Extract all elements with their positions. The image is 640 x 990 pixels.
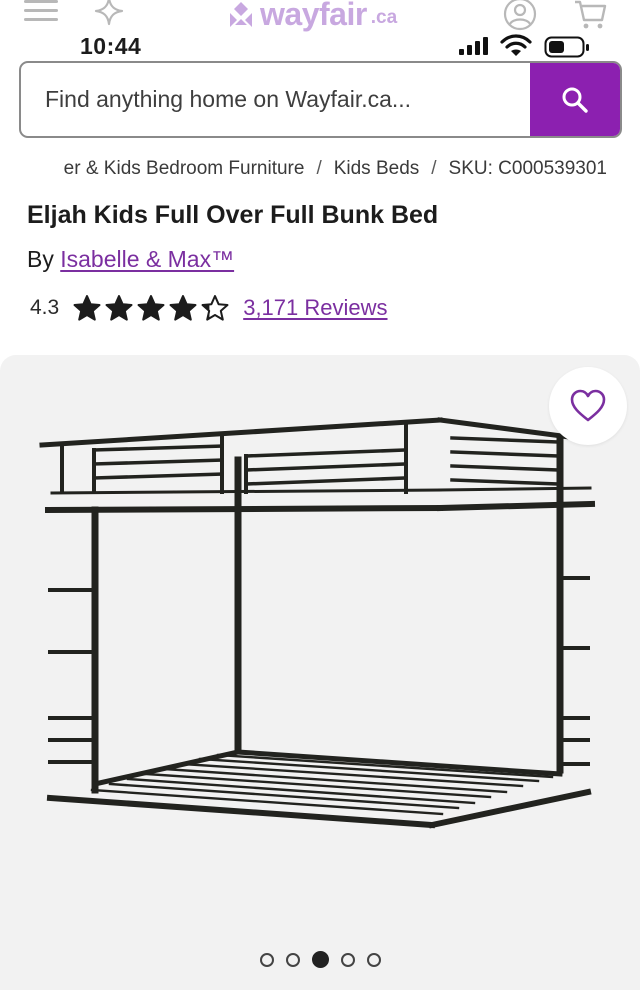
breadcrumb-item-sku: SKU: C000539301 [448,158,607,179]
pagination-dot[interactable] [286,952,300,967]
pagination-dot-active[interactable] [312,951,329,968]
logo-suffix: .ca [370,7,398,28]
sparkle-icon[interactable] [92,0,126,28]
logo-mark-icon [230,2,252,27]
breadcrumb-separator: / [431,158,437,179]
pagination-dot[interactable] [260,952,274,967]
search-icon [562,87,588,113]
product-title: Eljah Kids Full Over Full Bunk Bed [27,201,439,229]
breadcrumb-item-kids-beds[interactable]: Kids Beds [334,158,420,180]
star-full-icon [137,295,165,321]
search-button[interactable] [530,63,620,136]
by-label: By [27,246,54,272]
pagination-dot[interactable] [341,952,355,967]
star-rating [73,294,229,322]
heart-icon [570,389,606,422]
gallery-pagination [260,951,381,968]
favorite-button[interactable] [549,367,627,445]
rating-value: 4.3 [30,296,60,319]
star-full-icon [105,295,133,321]
menu-icon[interactable] [24,0,58,24]
search-input[interactable] [21,63,530,136]
star-full-icon [169,295,197,321]
status-time: 10:44 [80,33,142,59]
reviews-link[interactable]: 3,171 Reviews [243,295,387,321]
rating-row: 4.3 3,171 Reviews [30,290,388,326]
breadcrumb-separator: / [316,158,322,179]
byline: By Isabelle & Max™ [27,246,234,273]
wayfair-logo[interactable]: wayfair .ca [226,0,397,32]
cart-icon[interactable] [572,0,608,32]
account-icon[interactable] [502,0,538,32]
breadcrumb: er & Kids Bedroom Furniture / Kids Beds … [0,158,640,186]
wifi-icon [500,34,532,56]
pagination-dot[interactable] [367,952,381,967]
bunk-bed-image[interactable] [0,400,640,940]
top-bar: wayfair .ca 10:44 [0,0,640,59]
star-full-icon [73,295,101,321]
search-bar [19,61,622,138]
signal-icon [459,37,488,55]
breadcrumb-item-bedroom-furniture[interactable]: er & Kids Bedroom Furniture [64,158,305,180]
star-partial-icon [201,295,229,321]
brand-link[interactable]: Isabelle & Max™ [60,246,234,272]
battery-icon [544,36,589,58]
logo-text: wayfair [260,0,367,32]
